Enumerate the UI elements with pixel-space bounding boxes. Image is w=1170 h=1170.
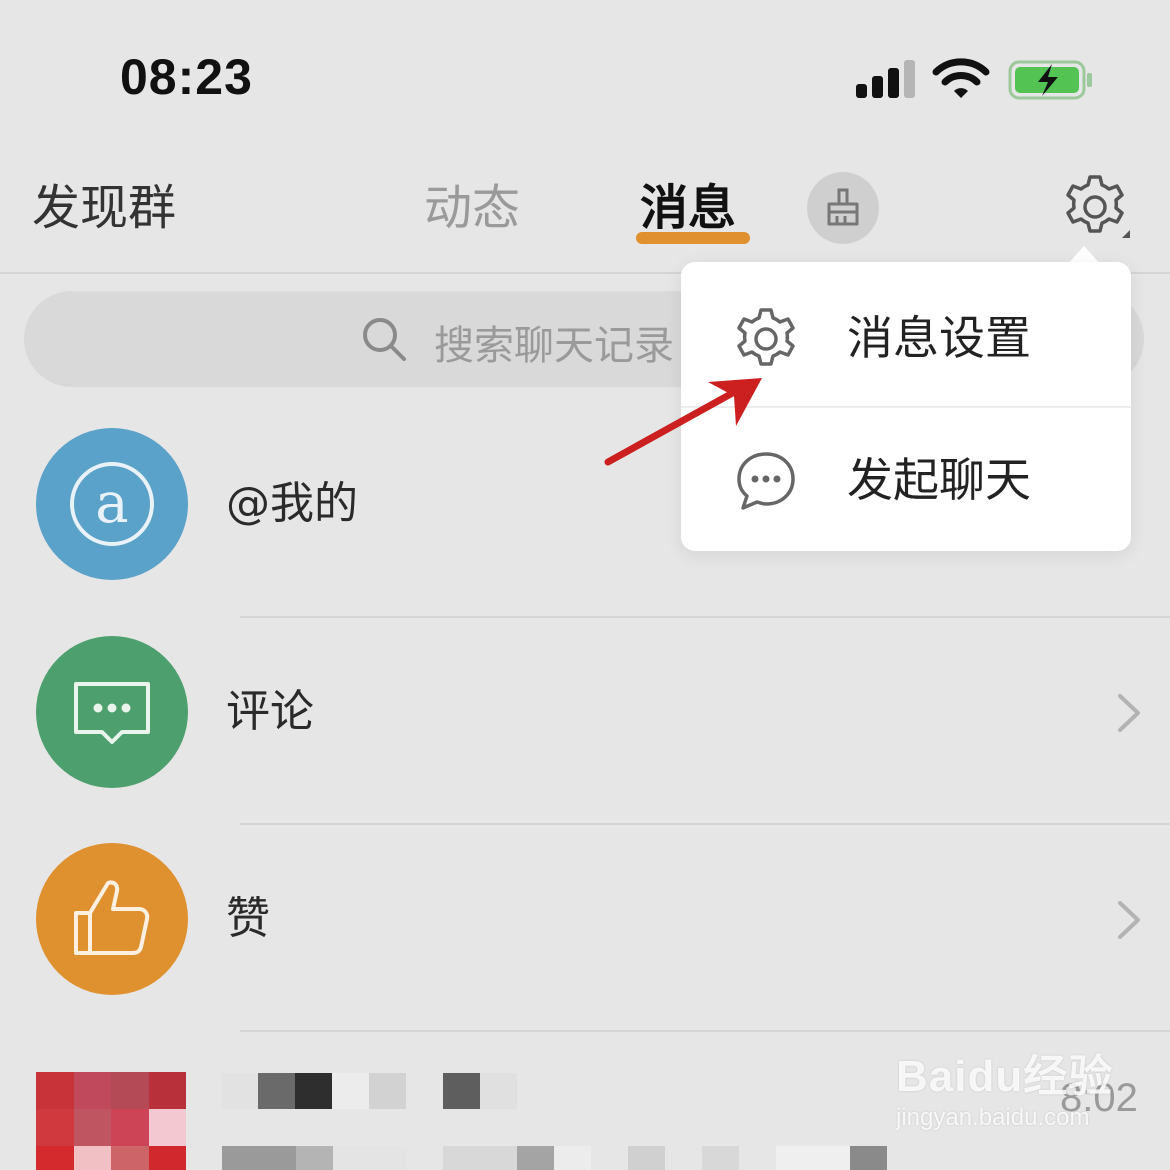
at-icon: a: [70, 462, 154, 546]
status-time: 08:23: [120, 49, 253, 105]
settings-button[interactable]: [1060, 172, 1132, 244]
baidu-watermark: Baidu经验 jingyan.baidu.com: [896, 1040, 1113, 1132]
wifi-icon: [932, 58, 990, 98]
gear-icon: [737, 308, 795, 366]
broom-icon: [827, 188, 859, 226]
gear-icon: [1066, 175, 1130, 238]
mentions-avatar: a: [36, 428, 188, 580]
tab-message[interactable]: 消息: [640, 178, 736, 238]
active-tab-indicator: [636, 232, 750, 244]
avatar: [36, 1072, 186, 1170]
comments-label: 评论: [226, 686, 314, 737]
thumbs-up-icon: [74, 880, 150, 955]
row-divider: [240, 1030, 1170, 1032]
search-placeholder: 搜索聊天记录: [434, 323, 674, 369]
comments-avatar: [36, 636, 188, 788]
battery-icon: [1008, 60, 1092, 100]
search-icon: [363, 318, 406, 361]
menu-item-label: 发起聊天: [847, 453, 1031, 507]
watermark-brand: Baidu经验: [896, 1052, 1114, 1101]
list-item-likes[interactable]: 赞: [0, 819, 1170, 1025]
tab-dynamic[interactable]: 动态: [424, 178, 520, 238]
comment-icon: [74, 682, 150, 744]
nav-discover-groups[interactable]: 发现群: [32, 178, 176, 238]
svg-text:a: a: [95, 471, 128, 536]
chevron-right-icon: [1118, 694, 1140, 732]
list-item-comments[interactable]: 评论: [0, 612, 1170, 818]
likes-avatar: [36, 843, 188, 995]
chevron-right-icon: [1118, 901, 1140, 939]
likes-label: 赞: [226, 893, 270, 944]
clear-unread-button[interactable]: [807, 172, 879, 244]
annotation-arrow-icon: [604, 378, 762, 466]
menu-item-label: 消息设置: [847, 311, 1031, 365]
watermark-url: jingyan.baidu.com: [896, 1104, 1090, 1131]
signal-icon: [856, 58, 916, 98]
mentions-label: @我的: [226, 478, 358, 529]
